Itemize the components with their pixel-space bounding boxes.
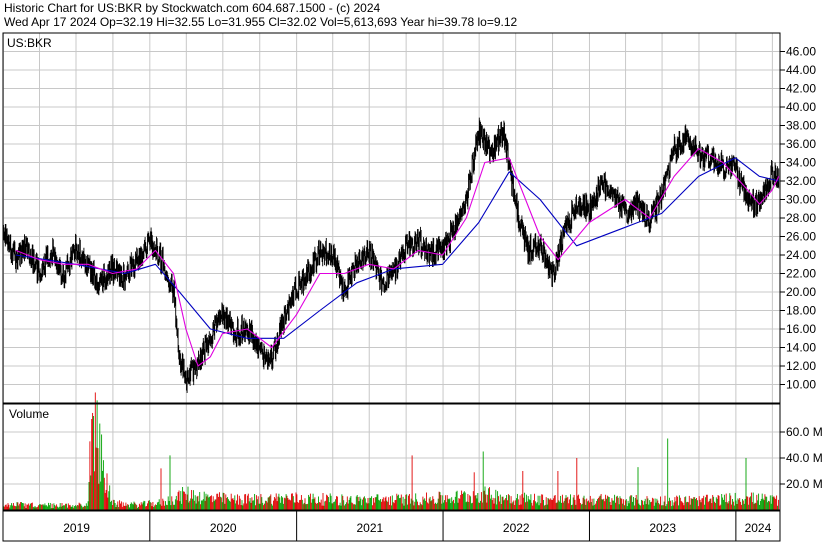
stock-chart: Historic Chart for US:BKR by Stockwatch.… xyxy=(0,0,830,543)
price-tick-label: 40.00 xyxy=(786,100,816,114)
year-tick-label: 2024 xyxy=(745,521,772,535)
volume-panel-title: Volume xyxy=(9,407,49,421)
price-tick-label: 44.00 xyxy=(786,63,816,77)
price-tick-label: 22.00 xyxy=(786,267,816,281)
volume-panel-border xyxy=(2,403,781,511)
price-tick-label: 18.00 xyxy=(786,304,816,318)
symbol-label: US:BKR xyxy=(7,36,52,50)
volume-tick-label: 60.0 M xyxy=(786,425,823,439)
price-tick-label: 12.00 xyxy=(786,359,816,373)
volume-tick-label: 20.0 M xyxy=(786,477,823,491)
price-tick-label: 42.00 xyxy=(786,82,816,96)
price-tick-label: 32.00 xyxy=(786,174,816,188)
price-tick-label: 14.00 xyxy=(786,341,816,355)
volume-tick-label: 40.0 M xyxy=(786,451,823,465)
year-tick-label: 2021 xyxy=(356,521,383,535)
year-tick-label: 2019 xyxy=(63,521,90,535)
price-tick-label: 28.00 xyxy=(786,211,816,225)
price-tick-label: 10.00 xyxy=(786,378,816,392)
price-tick-label: 34.00 xyxy=(786,156,816,170)
year-tick-label: 2020 xyxy=(210,521,237,535)
price-tick-label: 36.00 xyxy=(786,137,816,151)
price-tick-label: 30.00 xyxy=(786,193,816,207)
year-tick-label: 2023 xyxy=(649,521,676,535)
price-tick-label: 16.00 xyxy=(786,322,816,336)
price-tick-label: 46.00 xyxy=(786,45,816,59)
price-tick-label: 20.00 xyxy=(786,285,816,299)
price-tick-label: 26.00 xyxy=(786,230,816,244)
price-tick-label: 38.00 xyxy=(786,119,816,133)
chart-canvas: 10.00 12.00 14.00 16.00 18.00 20.00 22.00 24.00… xyxy=(2,32,823,542)
year-tick-label: 2022 xyxy=(503,521,530,535)
price-tick-label: 24.00 xyxy=(786,248,816,262)
